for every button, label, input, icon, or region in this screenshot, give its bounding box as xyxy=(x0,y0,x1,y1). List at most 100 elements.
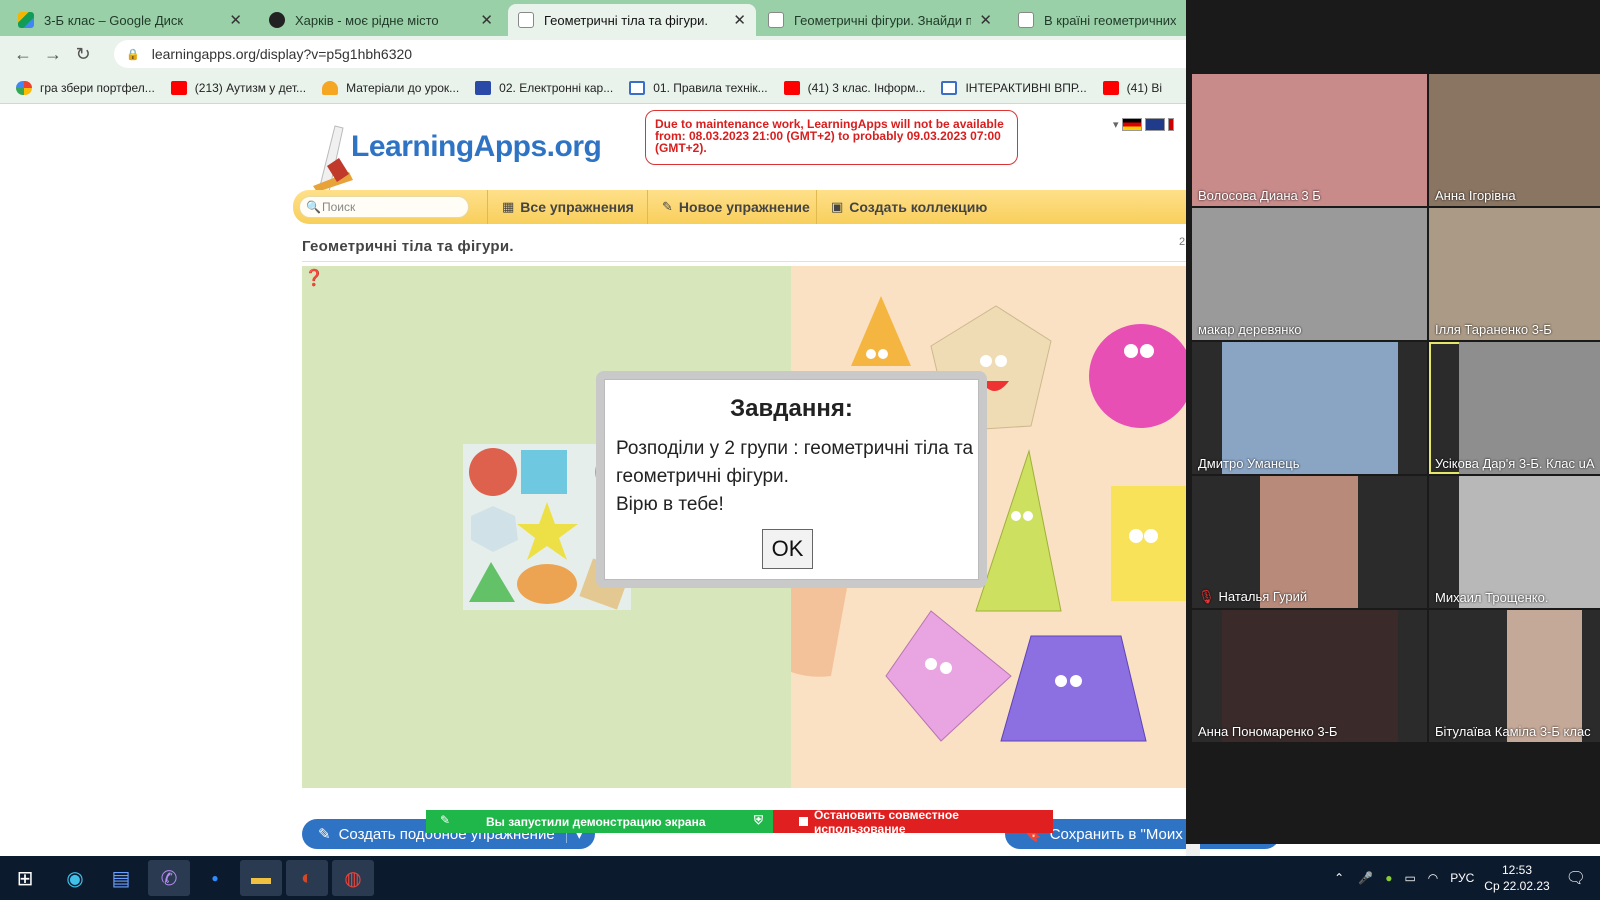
bookmark-item[interactable]: (213) Аутизм у дет... xyxy=(170,80,306,95)
bookmarks-bar: гра збери портфел... (213) Аутизм у дет.… xyxy=(0,72,1186,104)
task-dialog: Завдання: Розподіли у 2 групи : геометри… xyxy=(596,371,987,588)
participant-video xyxy=(1192,208,1427,340)
participant-video xyxy=(1222,610,1398,742)
app-icon xyxy=(269,12,285,28)
language-selector[interactable]: ▾ xyxy=(1113,118,1174,131)
bookmark-item[interactable]: (41) Ві xyxy=(1102,80,1162,95)
participant-video xyxy=(1429,74,1600,206)
windows-start-icon[interactable]: ⊞ xyxy=(4,860,46,896)
collection-icon: ▣ xyxy=(831,199,844,214)
google-drive-icon xyxy=(18,12,34,28)
youtube-icon xyxy=(170,80,187,95)
help-icon[interactable]: ❓ xyxy=(304,268,324,288)
participant-tile[interactable]: Михаил Трощенко. xyxy=(1429,476,1600,608)
chrome-icon[interactable]: ◍ xyxy=(332,860,374,896)
menu-new-exercise[interactable]: ✎ Новое упражнение xyxy=(647,190,810,224)
notifications-icon[interactable]: 🗨 xyxy=(1566,868,1586,888)
close-icon[interactable]: ✕ xyxy=(733,11,746,29)
clock[interactable]: 12:53 Ср 22.02.23 xyxy=(1484,862,1549,894)
participant-tile[interactable]: макар деревянко xyxy=(1192,208,1427,340)
divider xyxy=(302,261,1186,262)
participant-video xyxy=(1459,342,1600,474)
tab-geometric-bodies[interactable]: Геометричні тіла та фігури. ✕ xyxy=(508,4,756,36)
chevron-down-icon: ▾ xyxy=(1113,119,1119,131)
bookmark-item[interactable]: 02. Електронні кар... xyxy=(475,80,613,95)
search-input[interactable]: 🔍 Поиск xyxy=(299,196,469,218)
learningapps-icon xyxy=(518,12,534,28)
url-input[interactable]: 🔒 learningapps.org/display?v=p5g1hbh6320 xyxy=(114,40,1186,68)
youtube-icon xyxy=(1102,80,1119,95)
close-icon[interactable]: ✕ xyxy=(979,11,992,29)
maintenance-notice: Due to maintenance work, LearningApps wi… xyxy=(645,110,1018,165)
learningapps-icon xyxy=(768,12,784,28)
youtube-icon xyxy=(783,80,800,95)
participant-tile[interactable]: Ілля Тараненко 3-Б xyxy=(1429,208,1600,340)
battery-icon[interactable]: ▭ xyxy=(1404,871,1415,885)
reload-icon[interactable]: ↻ xyxy=(68,44,98,65)
participant-tile-active-speaker[interactable]: Усікова Дар'я 3-Б. Клас uA xyxy=(1429,342,1600,474)
participant-tile[interactable]: Дмитро Уманець xyxy=(1192,342,1427,474)
close-icon[interactable]: ✕ xyxy=(480,11,493,29)
participant-tile[interactable]: Волосова Диана 3 Б xyxy=(1192,74,1427,206)
learningapps-icon xyxy=(1018,12,1034,28)
page-number: 2 xyxy=(1179,236,1186,248)
flag-other-icon[interactable] xyxy=(1167,118,1174,131)
doc-icon xyxy=(941,80,958,95)
bookmark-item[interactable]: 01. Правила технік... xyxy=(629,80,768,95)
back-arrow-icon[interactable]: ← xyxy=(8,44,38,65)
dialog-message-line: Вірю в тебе! xyxy=(616,494,724,515)
participant-video xyxy=(1459,476,1600,608)
screen-share-bar: ✎ Вы запустили демонстрацию экрана ⛨ Ост… xyxy=(426,808,1053,836)
participant-tile[interactable]: Анна Пономаренко 3-Б xyxy=(1192,610,1427,742)
site-logo[interactable]: LearningApps.org xyxy=(305,112,625,192)
close-icon[interactable]: ✕ xyxy=(229,11,242,29)
site-menu-bar: 🔍 Поиск ▦ Все упражнения ✎ Новое упражнени… xyxy=(293,190,1186,224)
stop-sharing-button[interactable]: Остановить совместное использование xyxy=(773,808,1053,836)
bookmark-item[interactable]: Матеріали до урок... xyxy=(322,80,459,95)
ok-button[interactable]: OK xyxy=(762,529,813,569)
status-icon[interactable]: ● xyxy=(1385,871,1392,885)
participant-tile[interactable]: Бітулаїва Каміла 3-Б клас xyxy=(1429,610,1600,742)
bell-icon xyxy=(322,80,339,95)
shield-icon: ⛨ xyxy=(753,813,763,827)
save-app-icon[interactable]: ▤ xyxy=(100,860,142,896)
edit-icon: ✎ xyxy=(318,826,331,843)
bookmark-item[interactable]: (41) 3 клас. Інформ... xyxy=(783,80,925,95)
participant-tile[interactable]: 🎙 Наталья Гурий xyxy=(1192,476,1427,608)
pencil-icon: ✎ xyxy=(662,199,673,214)
keyboard-language[interactable]: РУС xyxy=(1450,871,1474,885)
forward-arrow-icon[interactable]: → xyxy=(38,44,68,65)
microphone-icon[interactable]: 🎤 xyxy=(1358,871,1373,885)
participant-video xyxy=(1222,342,1398,474)
page-title: Геометричні тіла та фігури. xyxy=(302,238,514,255)
browser-tab-strip: 3-Б клас – Google Диск ✕ Харків - моє рі… xyxy=(0,0,1186,36)
edge-icon[interactable]: ◉ xyxy=(54,860,96,896)
windows-taskbar: ⊞ ◉ ▤ ✆ ● ▬ ◐ ◍ ⌃ 🎤 ● ▭ ◠ РУС 12:53 Ср 2… xyxy=(0,856,1600,900)
viber-icon[interactable]: ✆ xyxy=(148,860,190,896)
powerpoint-icon[interactable]: ◐ xyxy=(286,860,328,896)
tab-google-drive[interactable]: 3-Б клас – Google Диск ✕ xyxy=(8,4,252,36)
tab-geometric-figures[interactable]: Геометричні фігури. Знайди па ✕ xyxy=(758,4,1002,36)
wifi-icon[interactable]: ◠ xyxy=(1428,871,1438,885)
doc-icon xyxy=(629,80,646,95)
tab-kharkiv[interactable]: Харків - моє рідне місто ✕ xyxy=(259,4,503,36)
dialog-message-line: Розподіли у 2 групи : геометричні тіла т… xyxy=(616,438,974,487)
bookmark-item[interactable]: ІНТЕРАКТИВНІ ВПР... xyxy=(941,80,1087,95)
file-explorer-icon[interactable]: ▬ xyxy=(240,860,282,896)
chevron-up-icon[interactable]: ⌃ xyxy=(1334,871,1344,885)
flag-gb-icon[interactable] xyxy=(1144,118,1165,131)
grid-icon xyxy=(475,80,492,95)
tab-country-figures[interactable]: В країні геометричних фі xyxy=(1008,4,1186,36)
pin-icon[interactable]: ✎ xyxy=(440,813,450,827)
lock-icon: 🔒 xyxy=(126,48,140,61)
bookmark-item[interactable]: гра збери портфел... xyxy=(16,80,155,95)
participant-tile[interactable]: Анна Ігорівна xyxy=(1429,74,1600,206)
task-dialog-content: Завдання: Розподіли у 2 групи : геометри… xyxy=(604,379,979,580)
zoom-app-icon[interactable]: ● xyxy=(194,860,236,896)
menu-create-collection[interactable]: ▣ Создать коллекцию xyxy=(816,190,987,224)
dialog-title: Завдання: xyxy=(730,395,853,422)
zoom-gallery-panel: Волосова Диана 3 Б Анна Ігорівна макар д… xyxy=(1186,0,1600,844)
menu-all-exercises[interactable]: ▦ Все упражнения xyxy=(487,190,634,224)
share-status: ✎ Вы запустили демонстрацию экрана ⛨ xyxy=(426,810,773,833)
flag-de-icon[interactable] xyxy=(1121,118,1142,131)
